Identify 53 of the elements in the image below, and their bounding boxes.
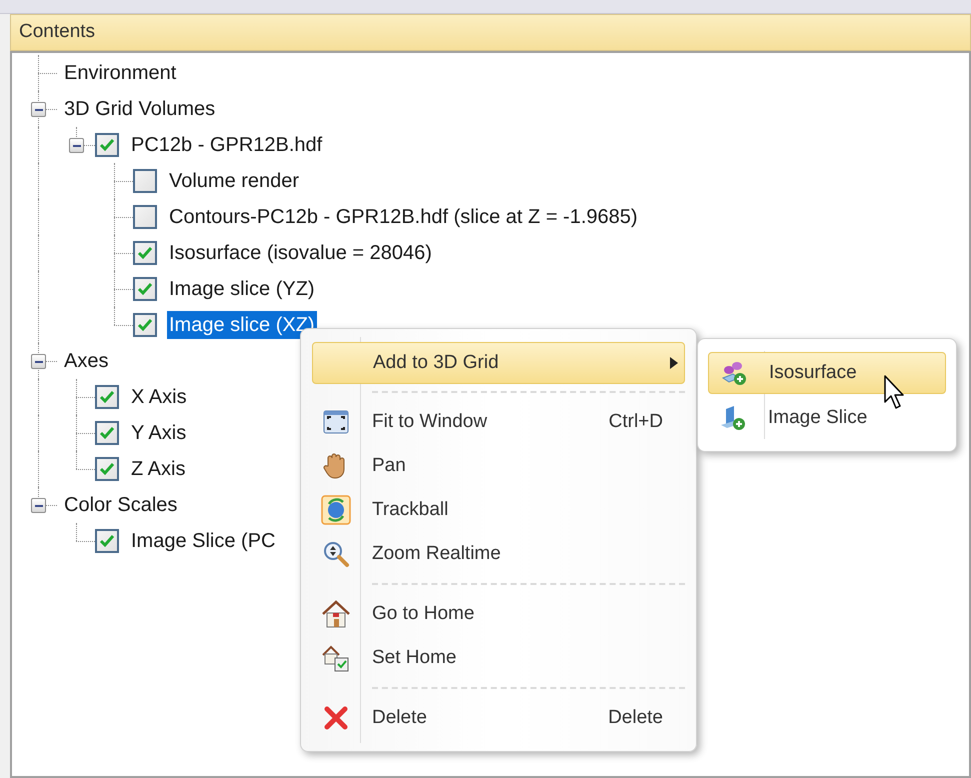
checkbox[interactable] <box>95 457 119 481</box>
house-icon <box>321 599 351 629</box>
menu-item[interactable]: Set Home <box>312 636 685 680</box>
menu-item[interactable]: Image Slice <box>708 397 946 439</box>
collapse-toggle[interactable] <box>31 354 46 369</box>
tree-item-label[interactable]: Volume render <box>167 167 302 195</box>
checkmark-icon <box>99 390 115 404</box>
tree-item-label[interactable]: X Axis <box>129 383 189 411</box>
tree-item-label[interactable]: Image Slice (PC <box>129 527 278 555</box>
checkbox[interactable] <box>133 313 157 337</box>
fit-window-icon <box>323 410 349 434</box>
checkmark-icon <box>137 246 153 260</box>
collapse-toggle[interactable] <box>69 138 84 153</box>
collapse-toggle[interactable] <box>31 102 46 117</box>
checkbox[interactable] <box>95 133 119 157</box>
menu-item[interactable]: Go to Home <box>312 592 685 636</box>
checkmark-icon <box>99 462 115 476</box>
tree-item-label[interactable]: Isosurface (isovalue = 28046) <box>167 239 434 267</box>
menu-item[interactable]: Fit to Window Ctrl+D <box>312 400 685 444</box>
menu-item[interactable]: Delete Delete <box>312 696 685 740</box>
tree-item-label[interactable]: Environment <box>62 59 178 87</box>
menu-item[interactable]: Pan <box>312 444 685 488</box>
panel-title: Contents <box>19 20 96 44</box>
checkbox[interactable] <box>133 277 157 301</box>
set-home-icon <box>321 644 351 672</box>
zoom-icon <box>322 540 350 568</box>
tree-item-label[interactable]: Image slice (YZ) <box>167 275 317 303</box>
checkmark-icon <box>137 282 153 296</box>
checkbox[interactable] <box>95 385 119 409</box>
tree-item-label[interactable]: Z Axis <box>129 455 188 483</box>
menu-item[interactable]: Add to 3D Grid <box>312 342 685 384</box>
checkbox[interactable] <box>95 421 119 445</box>
delete-icon <box>324 706 348 730</box>
checkmark-icon <box>99 426 115 440</box>
menu-item[interactable]: Isosurface <box>708 352 946 394</box>
checkmark-icon <box>137 318 153 332</box>
submenu-arrow-icon <box>670 357 678 369</box>
menu-item[interactable]: Zoom Realtime <box>312 532 685 576</box>
checkbox[interactable] <box>133 205 157 229</box>
menu-item[interactable]: Trackball <box>312 488 685 532</box>
tree-item-label[interactable]: PC12b - GPR12B.hdf <box>129 131 324 159</box>
collapse-toggle[interactable] <box>31 498 46 513</box>
checkmark-icon <box>99 534 115 548</box>
tree-item-label[interactable]: Color Scales <box>62 491 180 519</box>
tree-item-label[interactable]: Y Axis <box>129 419 188 447</box>
checkbox[interactable] <box>95 529 119 553</box>
tree-item-label[interactable]: 3D Grid Volumes <box>62 95 218 123</box>
checkmark-icon <box>99 138 115 152</box>
checkbox[interactable] <box>133 169 157 193</box>
trackball-icon <box>321 495 351 525</box>
tree-item-label[interactable]: Contours-PC12b - GPR12B.hdf (slice at Z = -1.9685) <box>167 203 640 231</box>
tree-item-label[interactable]: Axes <box>62 347 110 375</box>
checkbox[interactable] <box>133 241 157 265</box>
